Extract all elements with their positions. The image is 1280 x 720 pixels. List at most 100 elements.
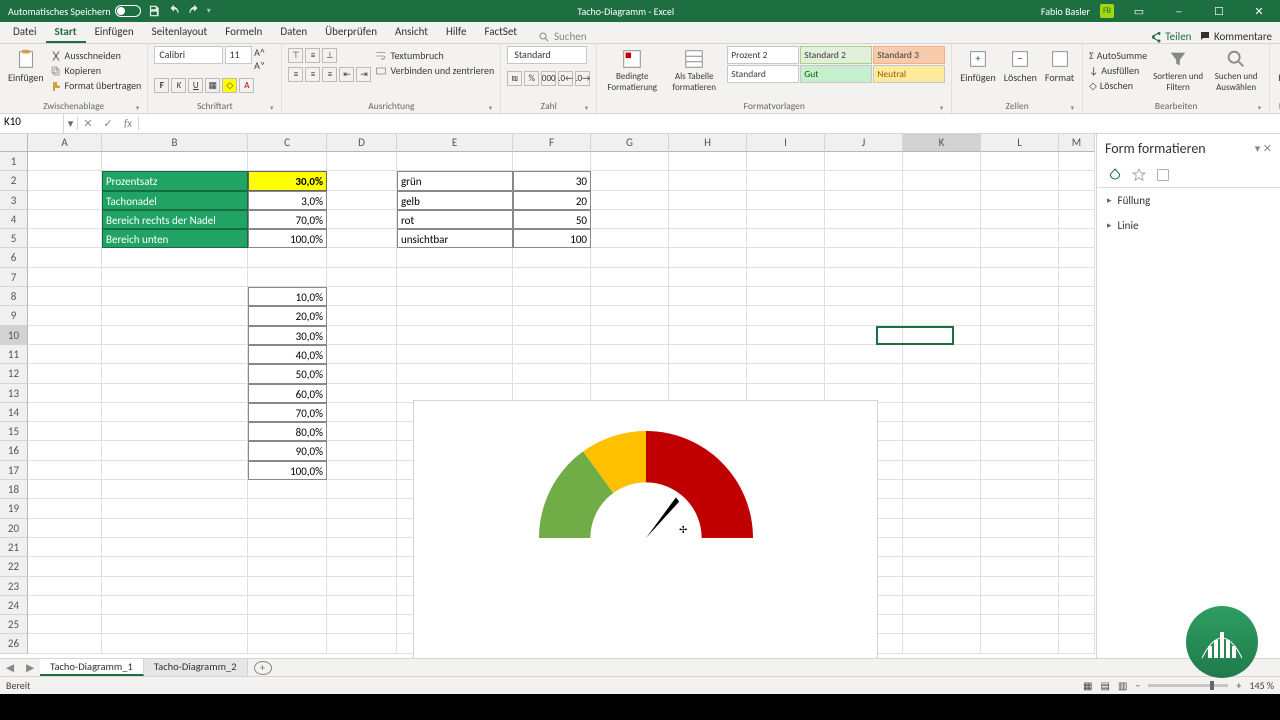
cell[interactable]: [1059, 364, 1095, 383]
cell[interactable]: [747, 364, 825, 383]
cell[interactable]: [747, 326, 825, 345]
row-header[interactable]: 24: [0, 596, 28, 615]
row-header[interactable]: 7: [0, 268, 28, 287]
format-painter-button[interactable]: Format übertragen: [50, 79, 142, 92]
cell[interactable]: [903, 287, 981, 306]
row-header[interactable]: 19: [0, 499, 28, 518]
cell[interactable]: [397, 326, 513, 345]
cell[interactable]: [1059, 248, 1095, 267]
sort-filter-button[interactable]: Sortieren und Filtern: [1151, 46, 1205, 95]
fill-color-button[interactable]: ◇: [222, 78, 237, 93]
delete-cells-button[interactable]: −Löschen: [1002, 46, 1039, 86]
cell[interactable]: [669, 287, 747, 306]
cell[interactable]: [397, 268, 513, 287]
format-cells-button[interactable]: Format: [1043, 46, 1076, 86]
cell[interactable]: [327, 441, 397, 460]
cell[interactable]: [102, 615, 248, 634]
align-top-button[interactable]: ⊤: [288, 48, 303, 63]
row-header[interactable]: 1: [0, 152, 28, 171]
merge-button[interactable]: Verbinden und zentrieren: [375, 64, 494, 77]
cell[interactable]: [28, 480, 102, 499]
tab-formeln[interactable]: Formeln: [216, 22, 271, 43]
row-header[interactable]: 13: [0, 384, 28, 403]
cell[interactable]: 50,0%: [248, 364, 327, 383]
row-header[interactable]: 18: [0, 480, 28, 499]
cell[interactable]: [747, 191, 825, 210]
cell[interactable]: [903, 191, 981, 210]
cell[interactable]: [981, 229, 1059, 248]
cell[interactable]: [747, 152, 825, 171]
cell[interactable]: [669, 326, 747, 345]
cell[interactable]: [903, 557, 981, 576]
redo-icon[interactable]: [187, 4, 201, 18]
cell-styles[interactable]: Prozent 2 Standard 2 Standard 3 Standard…: [727, 46, 945, 83]
cell[interactable]: [591, 326, 669, 345]
gauge-chart[interactable]: ✢: [413, 400, 878, 658]
ideas-button[interactable]: Ideen: [1276, 46, 1280, 86]
name-box[interactable]: K10: [0, 114, 64, 133]
tab-seitenlayout[interactable]: Seitenlayout: [143, 22, 217, 43]
cell[interactable]: [513, 268, 591, 287]
cell[interactable]: 100: [513, 229, 591, 248]
cell[interactable]: Bereich unten: [102, 229, 248, 248]
cell[interactable]: [102, 461, 248, 480]
cell[interactable]: [513, 345, 591, 364]
cell[interactable]: [397, 287, 513, 306]
row-header[interactable]: 3: [0, 191, 28, 210]
cell[interactable]: [669, 345, 747, 364]
cell[interactable]: [327, 499, 397, 518]
maximize-icon[interactable]: ☐: [1204, 0, 1234, 22]
cell[interactable]: [1059, 152, 1095, 171]
cell[interactable]: [981, 577, 1059, 596]
cell[interactable]: [747, 287, 825, 306]
cell[interactable]: [1059, 615, 1095, 634]
fill-button[interactable]: ↓ Ausfüllen: [1089, 64, 1147, 77]
cell[interactable]: [327, 248, 397, 267]
conditional-format-button[interactable]: Bedingte Formatierung: [603, 46, 661, 95]
cell[interactable]: [747, 229, 825, 248]
cell[interactable]: [28, 229, 102, 248]
effects-tab-icon[interactable]: [1131, 167, 1147, 183]
row-header[interactable]: 16: [0, 441, 28, 460]
cell[interactable]: [102, 287, 248, 306]
cell[interactable]: [327, 615, 397, 634]
cell[interactable]: [1059, 268, 1095, 287]
cell[interactable]: [825, 306, 903, 325]
fx-icon[interactable]: fx: [118, 117, 138, 130]
row-header[interactable]: 2: [0, 171, 28, 190]
tab-einfügen[interactable]: Einfügen: [86, 22, 143, 43]
cell[interactable]: gelb: [397, 191, 513, 210]
cell[interactable]: [1059, 403, 1095, 422]
cell[interactable]: [102, 557, 248, 576]
cell[interactable]: [102, 152, 248, 171]
cell[interactable]: [591, 229, 669, 248]
cell[interactable]: 70,0%: [248, 403, 327, 422]
cell[interactable]: [825, 229, 903, 248]
font-color-button[interactable]: A: [239, 78, 254, 93]
row-header[interactable]: 5: [0, 229, 28, 248]
fill-section[interactable]: Füllung: [1097, 188, 1280, 213]
cell[interactable]: [397, 152, 513, 171]
row-header[interactable]: 12: [0, 364, 28, 383]
cell[interactable]: [248, 499, 327, 518]
cell[interactable]: [903, 499, 981, 518]
cell[interactable]: [513, 152, 591, 171]
cell[interactable]: [397, 306, 513, 325]
worksheet[interactable]: ABCDEFGHIJKLM 12345678910111213141516171…: [0, 134, 1096, 658]
cell[interactable]: [903, 403, 981, 422]
cell[interactable]: [981, 364, 1059, 383]
cell[interactable]: [248, 615, 327, 634]
cell[interactable]: [591, 210, 669, 229]
row-header[interactable]: 22: [0, 557, 28, 576]
cancel-icon[interactable]: ✕: [78, 117, 98, 130]
cell[interactable]: [903, 538, 981, 557]
col-header[interactable]: A: [28, 134, 102, 152]
cell[interactable]: [327, 461, 397, 480]
row-header[interactable]: 8: [0, 287, 28, 306]
enter-icon[interactable]: ✓: [98, 117, 118, 130]
cell[interactable]: [981, 171, 1059, 190]
cell[interactable]: [981, 480, 1059, 499]
cell[interactable]: [1059, 557, 1095, 576]
cell[interactable]: 30,0%: [248, 171, 327, 190]
col-header[interactable]: I: [747, 134, 825, 152]
